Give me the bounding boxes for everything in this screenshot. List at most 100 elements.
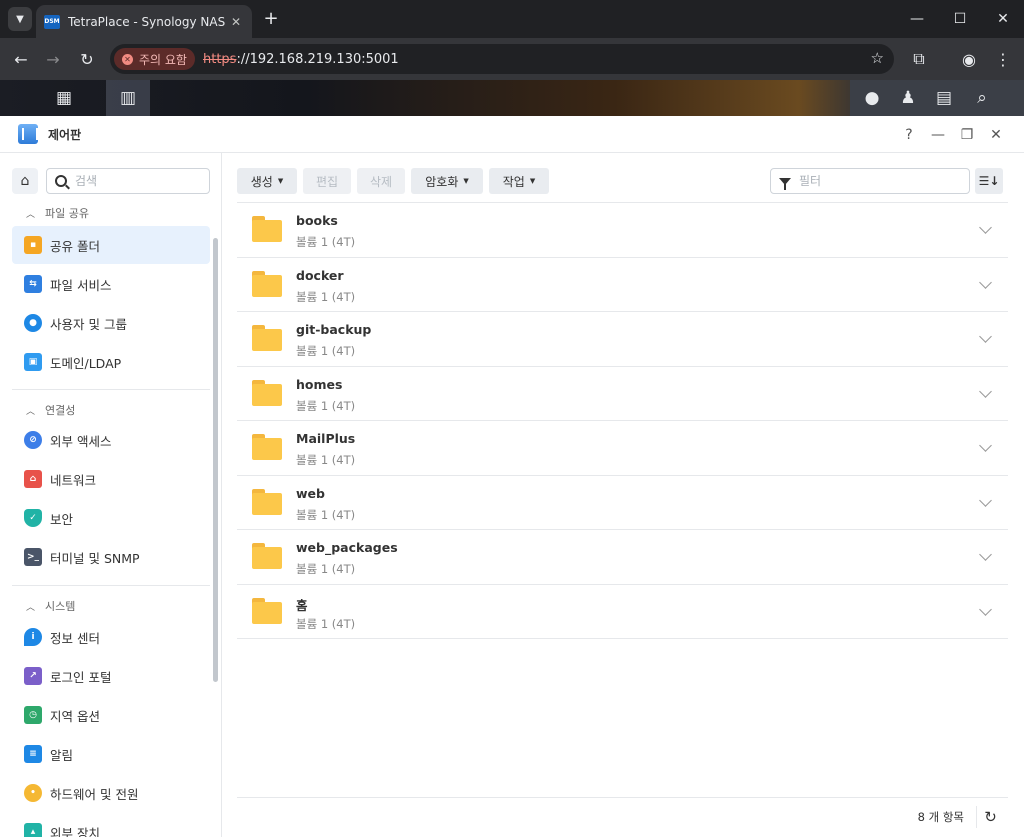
network-icon: ⌂ <box>24 470 42 488</box>
window-close-icon[interactable]: ✕ <box>985 124 1007 146</box>
delete-button[interactable]: 삭제 <box>357 168 405 194</box>
sidebar-item-label: 보안 <box>50 511 74 527</box>
shared-folder-icon: ▪ <box>24 236 42 254</box>
divider <box>12 389 210 390</box>
search-icon <box>55 175 67 187</box>
list-item[interactable]: books 볼륨 1 (4T) <box>237 203 1008 258</box>
list-item[interactable]: homes 볼륨 1 (4T) <box>237 367 1008 421</box>
sidebar-item-label: 네트워크 <box>50 472 97 488</box>
sidebar-scrollbar[interactable] <box>213 238 218 682</box>
minimize-icon[interactable]: — <box>894 6 940 32</box>
maximize-icon[interactable]: ☐ <box>937 6 983 32</box>
sidebar-item-notification[interactable]: ≡ 알림 <box>12 735 210 773</box>
sidebar-item-label: 지역 옵션 <box>50 708 100 724</box>
control-panel-app-icon <box>18 124 38 144</box>
folder-volume: 볼륨 1 (4T) <box>296 616 356 631</box>
back-arrow-icon[interactable]: ← <box>10 48 32 70</box>
sidebar-item-shared-folder[interactable]: ▪ 공유 폴더 <box>12 226 210 264</box>
chevron-down-icon[interactable] <box>979 548 992 561</box>
window-minimize-icon[interactable]: — <box>927 124 949 146</box>
list-item[interactable]: 홈 볼륨 1 (4T) <box>237 585 1008 639</box>
sidebar-search[interactable] <box>46 168 210 194</box>
folder-name: 홈 <box>296 597 308 613</box>
sidebar-item-label: 파일 서비스 <box>50 277 112 293</box>
refresh-icon[interactable]: ↻ <box>976 806 998 828</box>
sidebar-item-users-groups[interactable]: ● 사용자 및 그룹 <box>12 304 210 342</box>
chevron-down-icon[interactable] <box>979 493 992 507</box>
sidebar-item-domain-ldap[interactable]: ▣ 도메인/LDAP <box>12 343 210 381</box>
list-item[interactable]: docker 볼륨 1 (4T) <box>237 258 1008 312</box>
delete-label: 삭제 <box>369 174 393 189</box>
sidebar-item-label: 사용자 및 그룹 <box>50 316 127 332</box>
sidebar-item-network[interactable]: ⌂ 네트워크 <box>12 460 210 498</box>
forward-arrow-icon[interactable]: → <box>42 48 64 70</box>
browser-toolbar: ← → ↻ ✕ 주의 요함 https://192.168.219.130:50… <box>0 38 1024 80</box>
bookmark-star-icon[interactable]: ☆ <box>871 49 884 67</box>
section-title: 시스템 <box>45 600 76 613</box>
file-services-icon: ⇆ <box>24 275 42 293</box>
browser-menu-icon[interactable]: ⋮ <box>992 48 1014 70</box>
create-label: 생성 <box>250 174 273 189</box>
main-menu-grid-icon[interactable]: ▦ <box>42 80 86 116</box>
browser-tab-strip: ▼ DSM TetraPlace - Synology NAS ✕ + — ☐ … <box>0 0 1024 38</box>
section-file-sharing[interactable]: ︿ 파일 공유 <box>26 205 89 221</box>
sidebar-item-login-portal[interactable]: ↗ 로그인 포털 <box>12 657 210 695</box>
sidebar-item-hardware-power[interactable]: • 하드웨어 및 전원 <box>12 774 210 812</box>
list-item[interactable]: web 볼륨 1 (4T) <box>237 476 1008 530</box>
new-tab-plus-icon[interactable]: + <box>260 8 282 30</box>
section-connectivity[interactable]: ︿ 연결성 <box>26 402 75 418</box>
chevron-up-icon: ︿ <box>26 209 36 220</box>
filter-input[interactable] <box>799 174 949 188</box>
sidebar-item-external-access[interactable]: ⊘ 외부 액세스 <box>12 421 210 459</box>
tab-search-chevron-icon[interactable]: ▼ <box>8 7 32 31</box>
external-access-icon: ⊘ <box>24 431 42 449</box>
list-item[interactable]: git-backup 볼륨 1 (4T) <box>237 312 1008 367</box>
extensions-puzzle-icon[interactable]: ⧉ <box>908 48 930 70</box>
action-button[interactable]: 작업 ▼ <box>489 168 549 194</box>
regional-options-icon: ◷ <box>24 706 42 724</box>
tab-title: TetraPlace - Synology NAS <box>68 14 226 29</box>
address-bar[interactable]: ✕ 주의 요함 https://192.168.219.130:5001 ☆ <box>110 44 894 74</box>
sidebar-item-file-services[interactable]: ⇆ 파일 서비스 <box>12 265 210 303</box>
folder-volume: 볼륨 1 (4T) <box>296 289 356 304</box>
filter-box[interactable] <box>770 168 970 194</box>
users-groups-icon: ● <box>24 314 42 332</box>
chevron-up-icon: ︿ <box>26 406 36 417</box>
notification-icon: ≡ <box>24 745 42 763</box>
section-system[interactable]: ︿ 시스템 <box>26 598 75 614</box>
create-button[interactable]: 생성 ▼ <box>237 168 297 194</box>
help-icon[interactable]: ? <box>898 124 920 146</box>
reload-icon[interactable]: ↻ <box>76 48 98 70</box>
search-icon[interactable]: ⌕ <box>960 80 1004 116</box>
control-panel-taskbar-icon[interactable]: ▥ <box>106 80 150 116</box>
tab-close-icon[interactable]: ✕ <box>228 15 244 29</box>
security-warning-chip[interactable]: ✕ 주의 요함 <box>114 48 195 70</box>
profile-avatar-icon[interactable]: ◉ <box>958 48 980 70</box>
url-scheme: https <box>202 51 237 67</box>
chevron-down-icon[interactable] <box>979 602 992 616</box>
chevron-down-icon[interactable] <box>979 330 992 343</box>
list-item[interactable]: MailPlus 볼륨 1 (4T) <box>237 421 1008 476</box>
sidebar-item-external-devices[interactable]: ▴ 외부 장치 <box>12 813 210 837</box>
sidebar-item-security[interactable]: ✓ 보안 <box>12 499 210 537</box>
chevron-down-icon[interactable] <box>979 384 992 398</box>
sidebar-item-label: 외부 액세스 <box>50 433 112 449</box>
encrypt-button[interactable]: 암호화 ▼ <box>411 168 483 194</box>
sidebar-item-info-center[interactable]: i 정보 센터 <box>12 618 210 656</box>
chevron-down-icon[interactable] <box>979 275 992 289</box>
chevron-down-icon[interactable] <box>979 221 992 234</box>
folder-volume: 볼륨 1 (4T) <box>296 235 356 249</box>
list-item[interactable]: web_packages 볼륨 1 (4T) <box>237 530 1008 585</box>
sidebar-item-terminal-snmp[interactable]: >_ 터미널 및 SNMP <box>12 538 210 576</box>
sidebar-item-regional-options[interactable]: ◷ 지역 옵션 <box>12 696 210 734</box>
warning-x-icon: ✕ <box>122 53 133 65</box>
window-restore-icon[interactable]: ❐ <box>956 124 978 146</box>
chevron-down-icon[interactable] <box>979 439 992 452</box>
browser-tab[interactable]: DSM TetraPlace - Synology NAS ✕ <box>36 5 252 38</box>
edit-button[interactable]: 편집 <box>303 168 351 194</box>
sidebar-search-input[interactable] <box>75 174 195 188</box>
security-shield-icon: ✓ <box>24 509 42 527</box>
close-window-icon[interactable]: ✕ <box>980 6 1024 32</box>
sort-icon[interactable]: ☰↓ <box>975 168 1003 194</box>
home-icon[interactable]: ⌂ <box>12 168 38 194</box>
